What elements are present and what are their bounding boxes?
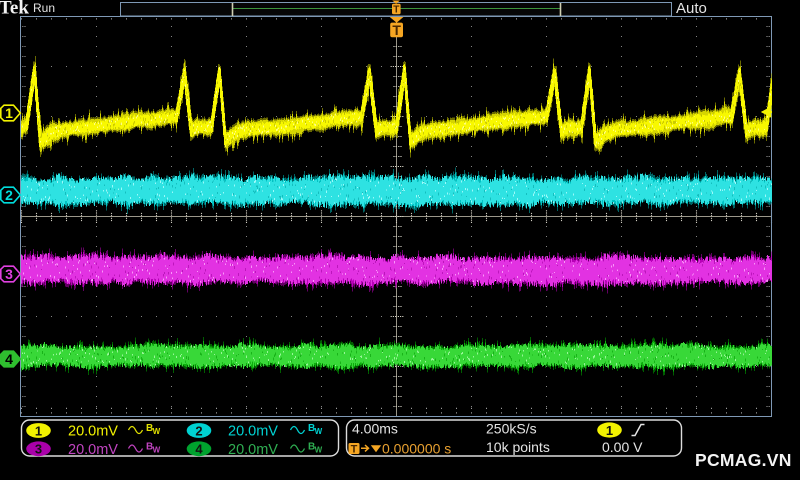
- svg-text:T: T: [393, 5, 399, 16]
- svg-text:T: T: [351, 443, 358, 455]
- svg-text:3: 3: [35, 442, 42, 457]
- svg-text:4: 4: [5, 351, 13, 367]
- svg-text:20.0mV: 20.0mV: [228, 424, 278, 440]
- svg-text:10k points: 10k points: [486, 439, 550, 455]
- svg-text:PCMAG.VN: PCMAG.VN: [695, 450, 792, 470]
- svg-text:4: 4: [195, 442, 203, 457]
- svg-text:Auto: Auto: [676, 0, 707, 17]
- svg-text:T: T: [392, 22, 401, 38]
- svg-text:1: 1: [606, 423, 613, 438]
- svg-text:Run: Run: [33, 1, 55, 15]
- svg-text:W: W: [153, 427, 161, 436]
- svg-text:W: W: [315, 446, 323, 455]
- svg-text:0.000000 s: 0.000000 s: [382, 441, 451, 457]
- svg-text:0.00 V: 0.00 V: [602, 439, 643, 455]
- svg-text:W: W: [315, 427, 323, 436]
- svg-text:20.0mV: 20.0mV: [68, 442, 118, 458]
- svg-text:1: 1: [5, 105, 13, 121]
- svg-text:Tek: Tek: [0, 0, 29, 19]
- svg-text:4.00ms: 4.00ms: [352, 421, 398, 437]
- svg-text:3: 3: [5, 266, 13, 282]
- svg-text:2: 2: [5, 187, 13, 203]
- svg-text:20.0mV: 20.0mV: [228, 442, 278, 458]
- svg-text:20.0mV: 20.0mV: [68, 424, 118, 440]
- svg-text:1: 1: [35, 423, 42, 438]
- svg-text:250kS/s: 250kS/s: [486, 421, 537, 437]
- svg-text:W: W: [153, 446, 161, 455]
- svg-text:2: 2: [195, 423, 202, 438]
